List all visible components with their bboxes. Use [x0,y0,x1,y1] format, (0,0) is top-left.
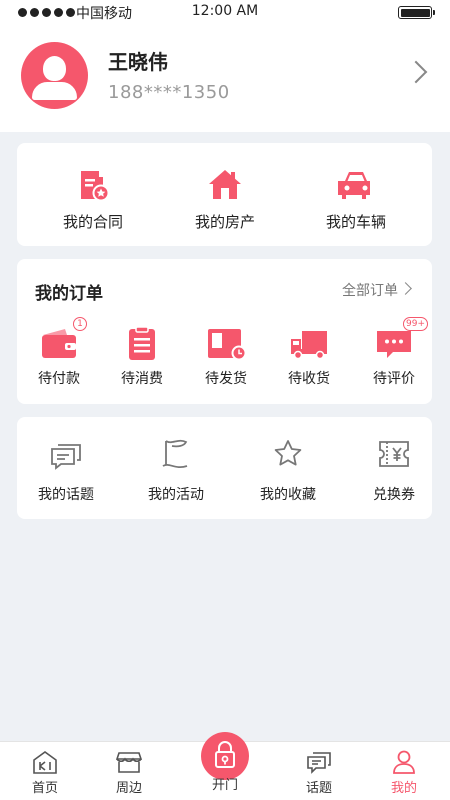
all-orders-link[interactable]: 全部订单 [342,280,398,300]
orders-title: 我的订单 [35,284,103,304]
pending-review-button[interactable]: 99+ 待评价 [364,317,428,388]
my-activities-label: 我的活动 [148,487,204,503]
open-door-button[interactable] [201,732,249,780]
my-property-label: 我的房产 [194,213,255,231]
bottom-nav: 首页 周边 开门 话题 我的 [0,732,450,800]
nav-open-label[interactable]: 开门 [190,774,260,793]
user-name: 王晓伟 [108,50,168,74]
status-bar: 中国移动 12:00 AM [0,0,450,26]
my-favorites-button[interactable]: 我的收藏 [243,437,333,504]
pending-receipt-label: 待收货 [288,371,330,387]
nav-home-label: 首页 [31,781,58,796]
clipboard-icon [122,325,162,361]
pending-payment-button[interactable]: 1 待付款 [29,317,89,388]
pending-use-button[interactable]: 待消费 [112,325,172,388]
my-activities-button[interactable]: 我的活动 [131,437,221,504]
orders-card: 我的订单 全部订单 1 待付款 待消费 待发货 待收货 99+ 待评价 [17,259,432,404]
pending-shipment-button[interactable]: 待发货 [196,325,256,388]
store-icon [115,750,143,774]
user-phone: 188****1350 [108,82,230,103]
pending-receipt-button[interactable]: 待收货 [279,325,339,388]
truck-icon [289,325,329,361]
pending-review-badge: 99+ [403,317,428,331]
house-icon [205,165,245,205]
nav-mine-label: 我的 [390,781,417,796]
clock: 12:00 AM [191,3,259,19]
chevron-right-icon[interactable] [399,282,412,295]
nav-topics[interactable]: 话题 [284,750,354,796]
my-property-button[interactable]: 我的房产 [175,165,275,232]
nav-nearby-label: 周边 [115,781,142,796]
package-icon [206,325,247,361]
car-icon [336,165,376,205]
nav-home[interactable]: 首页 [10,750,80,796]
flag-icon [159,437,193,471]
pending-use-label: 待消费 [121,371,163,387]
comment-icon: 99+ [374,317,428,361]
my-topics-button[interactable]: 我的话题 [21,437,111,504]
assets-card: 我的合同 我的房产 我的车辆 [17,143,432,246]
pending-review-label: 待评价 [373,371,415,387]
avatar[interactable] [21,42,88,109]
my-contract-button[interactable]: 我的合同 [43,165,143,232]
my-vehicle-button[interactable]: 我的车辆 [306,165,406,232]
nav-topics-label: 话题 [305,781,332,796]
coupons-label: 兑换券 [373,487,415,503]
wallet-icon: 1 [39,317,87,361]
star-icon [271,437,305,471]
pending-payment-label: 待付款 [38,371,80,387]
nav-nearby[interactable]: 周边 [94,750,164,796]
lock-icon [215,741,235,768]
nav-mine[interactable]: 我的 [369,750,439,796]
my-favorites-label: 我的收藏 [260,487,316,503]
services-card: 我的话题 我的活动 我的收藏 兑换券 [17,417,432,519]
user-icon [391,750,417,774]
battery-icon [398,6,435,19]
contract-icon [73,165,113,205]
pending-shipment-label: 待发货 [205,371,247,387]
coupons-button[interactable]: 兑换券 [349,437,439,504]
chevron-right-icon[interactable] [404,60,428,84]
my-contract-label: 我的合同 [62,213,123,231]
my-vehicle-label: 我的车辆 [325,213,386,231]
chat-icon [306,750,332,774]
profile-header[interactable]: 王晓伟 188****1350 [0,26,450,132]
my-topics-label: 我的话题 [38,487,94,503]
coupon-icon [377,437,411,471]
pending-payment-badge: 1 [73,317,87,331]
home-icon [32,750,58,774]
chat-icon [49,437,83,471]
